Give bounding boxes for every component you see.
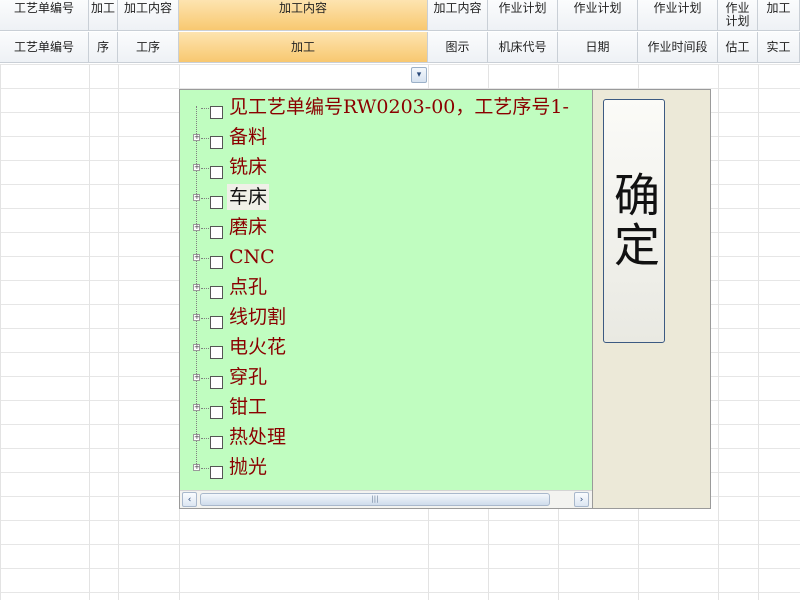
tree-item[interactable]: + 电火花 [180,332,592,362]
header-cell[interactable]: 加工内容 [428,0,488,31]
header-cell[interactable]: 实工 [758,32,800,63]
tree-item-label: 抛光 [229,456,268,478]
scrollbar-thumb[interactable]: ||| [200,493,550,506]
process-tree[interactable]: 见工艺单编号RW0203-00，工艺序号1- + 备料 + 铣床 + 车床 + 磨床 + CNC +… [180,90,593,508]
tree-item[interactable]: + 点孔 [180,272,592,302]
expand-plus-icon[interactable]: + [193,164,200,171]
header-cell[interactable]: 机床代号 [488,32,558,63]
header-cell[interactable]: 加工内容 [118,0,179,31]
header-cell[interactable]: 加工 [758,0,800,31]
expand-plus-icon[interactable]: + [193,374,200,381]
header-cell[interactable]: 作业计划 [718,0,758,31]
scroll-left-icon[interactable]: ‹ [182,492,197,507]
header-cell[interactable]: 估工 [718,32,758,63]
tree-connector [201,378,209,379]
column-header: 工艺单编号 加工 加工内容 加工内容 加工内容 作业计划 作业计划 作业计划 作… [0,0,800,64]
tree-connector [201,348,209,349]
tree-item[interactable]: + 线切割 [180,302,592,332]
tree-item-label: 备料 [229,126,268,148]
tree-item-label: 车床 [227,184,270,210]
tree-item[interactable]: + 抛光 [180,452,592,482]
tree-item-label: 铣床 [229,156,268,178]
header-cell[interactable]: 作业计划 [558,0,638,31]
tree-checkbox[interactable] [210,376,223,389]
expand-plus-icon[interactable]: + [193,344,200,351]
expand-plus-icon[interactable]: + [193,254,200,261]
dropdown-arrow-icon[interactable]: ▾ [411,67,427,83]
header-cell[interactable]: 图示 [428,32,488,63]
header-cell[interactable]: 序 [89,32,118,63]
expand-plus-icon[interactable]: + [193,284,200,291]
tree-item-label: 钳工 [229,396,268,418]
expand-plus-icon[interactable]: + [193,464,200,471]
header-cell[interactable]: 作业时间段 [638,32,718,63]
tree-connector [201,408,209,409]
header-cell[interactable]: 加工 [89,0,118,31]
tree-connector [201,468,209,469]
tree-checkbox[interactable] [210,466,223,479]
header-cell-active[interactable]: 加工内容 [179,0,428,31]
tree-checkbox[interactable] [210,316,223,329]
header-cell[interactable]: 工艺单编号 [0,32,89,63]
tree-connector [201,258,209,259]
header-cell[interactable]: 工艺单编号 [0,0,89,31]
tree-connector [201,228,209,229]
tree-item-label: 线切割 [229,306,287,328]
tree-item[interactable]: + 车床 [180,182,592,212]
expand-plus-icon[interactable]: + [193,314,200,321]
tree-item-label: CNC [229,246,275,268]
tree-connector [201,168,209,169]
header-row-2: 工艺单编号 序 工序 加工 图示 机床代号 日期 作业时间段 估工 实工 [0,32,800,64]
expand-plus-icon[interactable]: + [193,404,200,411]
tree-item[interactable]: + 备料 [180,122,592,152]
expand-plus-icon[interactable]: + [193,224,200,231]
tree-item[interactable]: + 热处理 [180,422,592,452]
tree-item-label: 穿孔 [229,366,268,388]
confirm-button[interactable]: 确定 [603,99,665,343]
tree-checkbox[interactable] [210,226,223,239]
process-picker-popup: 见工艺单编号RW0203-00，工艺序号1- + 备料 + 铣床 + 车床 + 磨床 + CNC +… [179,89,711,509]
tree-checkbox[interactable] [210,196,223,209]
tree-checkbox[interactable] [210,286,223,299]
tree-checkbox[interactable] [210,346,223,359]
header-cell[interactable]: 作业计划 [638,0,718,31]
tree-item[interactable]: + 磨床 [180,212,592,242]
horizontal-scrollbar[interactable]: ‹ ||| › [180,490,592,508]
tree-checkbox[interactable] [210,106,223,119]
tree-checkbox[interactable] [210,256,223,269]
tree-connector [201,288,209,289]
tree-root-item[interactable]: 见工艺单编号RW0203-00，工艺序号1- [180,92,592,122]
tree-item[interactable]: + 钳工 [180,392,592,422]
tree-connector [201,438,209,439]
expand-plus-icon[interactable]: + [193,434,200,441]
tree-item[interactable]: + 铣床 [180,152,592,182]
scroll-right-icon[interactable]: › [574,492,589,507]
tree-item-label: 热处理 [229,426,287,448]
expand-plus-icon[interactable]: + [193,134,200,141]
tree-checkbox[interactable] [210,166,223,179]
header-cell-active[interactable]: 加工 [179,32,428,63]
header-cell[interactable]: 工序 [118,32,179,63]
tree-checkbox[interactable] [210,136,223,149]
tree-connector [201,108,209,109]
tree-item-label: 磨床 [229,216,268,238]
tree-item-label: 电火花 [229,336,287,358]
expand-plus-icon[interactable]: + [193,194,200,201]
tree-connector [201,318,209,319]
tree-checkbox[interactable] [210,436,223,449]
tree-connector [201,198,209,199]
tree-item[interactable]: + 穿孔 [180,362,592,392]
header-cell[interactable]: 日期 [558,32,638,63]
tree-checkbox[interactable] [210,406,223,419]
tree-root-label: 见工艺单编号RW0203-00，工艺序号1- [229,96,569,118]
header-row-1: 工艺单编号 加工 加工内容 加工内容 加工内容 作业计划 作业计划 作业计划 作… [0,0,800,32]
tree-item-label: 点孔 [229,276,268,298]
header-cell[interactable]: 作业计划 [488,0,558,31]
tree-connector [201,138,209,139]
tree-item[interactable]: + CNC [180,242,592,272]
